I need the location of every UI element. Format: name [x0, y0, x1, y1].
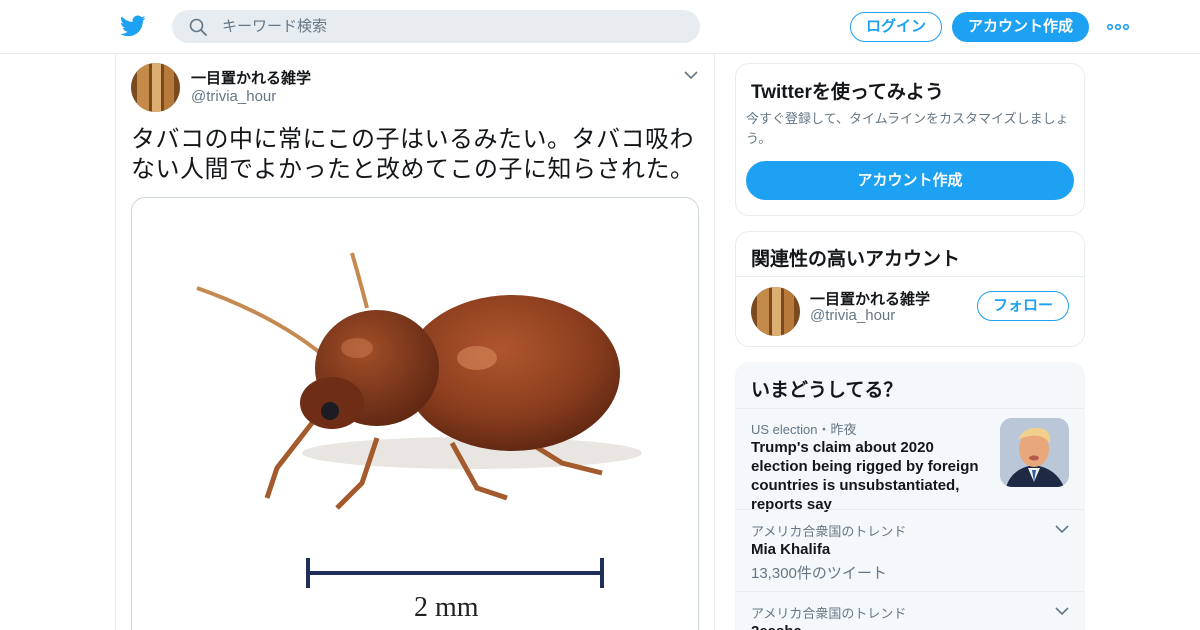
twitter-logo-icon[interactable] — [120, 13, 146, 39]
search-bar[interactable] — [172, 10, 700, 43]
top-navigation-bar: ログイン アカウント作成 — [0, 0, 1200, 54]
trend-meta: アメリカ合衆国のトレンド — [751, 524, 907, 539]
search-input[interactable] — [222, 10, 682, 43]
divider — [736, 408, 1084, 409]
news-thumbnail — [1000, 418, 1069, 487]
login-button[interactable]: ログイン — [850, 12, 942, 42]
chevron-down-icon[interactable] — [684, 70, 698, 80]
tweet-column: 一目置かれる雑学 @trivia_hour タバコの中に常にこの子はいるみたい。… — [115, 54, 715, 630]
chevron-down-icon[interactable] — [1055, 606, 1069, 616]
avatar[interactable] — [131, 63, 180, 112]
related-accounts-title: 関連性の高いアカウント — [751, 249, 961, 270]
trend-name: 2easha — [751, 623, 802, 630]
trend-meta: アメリカ合衆国のトレンド — [751, 606, 907, 621]
related-account-handle[interactable]: @trivia_hour — [810, 307, 895, 324]
tweet-text-line: タバコの中に常にこの子はいるみたい。タバコ吸わ — [131, 126, 695, 153]
tweet-text-line: ない人間でよかったと改めてこの子に知らされた。 — [131, 156, 695, 183]
author-handle[interactable]: @trivia_hour — [191, 88, 276, 105]
divider — [736, 509, 1084, 510]
author-display-name[interactable]: 一目置かれる雑学 — [191, 67, 311, 88]
signup-card-description: 今すぐ登録して、タイムラインをカスタマイズしましょう。 — [746, 111, 1069, 146]
tweet-image[interactable]: 2 mm — [131, 197, 699, 630]
beetle-photo — [196, 252, 642, 588]
trends-title: いまどうしてる？ — [751, 380, 903, 401]
image-scale-label: 2 mm — [414, 592, 479, 623]
signup-card: Twitterを使ってみよう 今すぐ登録して、タイムラインをカスタマイズしましょ… — [735, 63, 1085, 216]
related-accounts-card: 関連性の高いアカウント 一目置かれる雑学 @trivia_hour フォロー — [735, 231, 1085, 347]
signup-button[interactable]: アカウント作成 — [952, 12, 1089, 42]
divider — [736, 276, 1084, 277]
signup-card-title: Twitterを使ってみよう — [751, 82, 944, 103]
trend-name: Mia Khalifa — [751, 541, 831, 558]
more-dots-icon[interactable] — [1106, 18, 1130, 36]
related-account-name[interactable]: 一目置かれる雑学 — [810, 288, 930, 309]
chevron-down-icon[interactable] — [1055, 524, 1069, 534]
divider — [736, 591, 1084, 592]
tweet-text: タバコの中に常にこの子はいるみたい。タバコ吸わ ない人間でよかったと改めてこの子… — [131, 125, 701, 185]
search-icon — [189, 18, 207, 36]
news-headline: Trump's claim about 2020 election being … — [751, 439, 979, 513]
signup-card-button[interactable]: アカウント作成 — [746, 161, 1074, 200]
follow-button[interactable]: フォロー — [977, 291, 1069, 321]
trend-count: 13,300件のツイート — [751, 565, 887, 582]
news-meta: US election・昨夜 — [751, 422, 857, 437]
trends-card: いまどうしてる？ US election・昨夜 Trump's claim ab… — [735, 362, 1085, 630]
avatar[interactable] — [751, 287, 800, 336]
